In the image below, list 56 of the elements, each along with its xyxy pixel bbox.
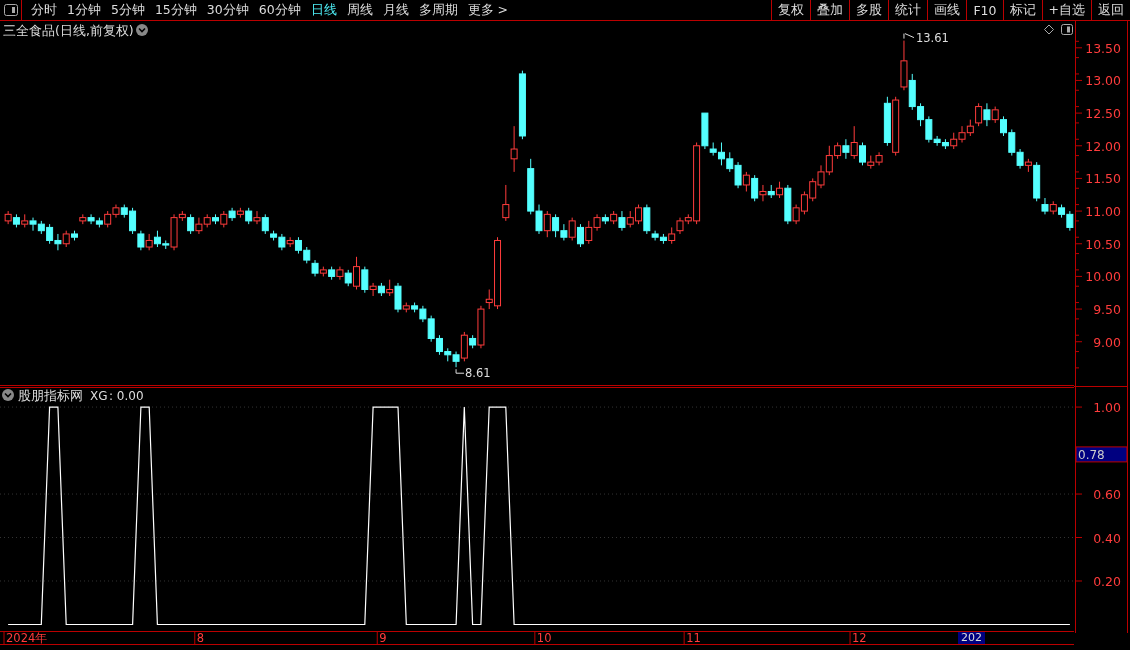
period-tab[interactable]: 多周期: [413, 1, 463, 19]
period-tab[interactable]: 分时: [26, 1, 62, 19]
chart-title: 三全食品(日线,前复权): [3, 23, 134, 38]
dropdown-icon[interactable]: [136, 24, 148, 36]
diamond-icon[interactable]: [1044, 24, 1054, 35]
date-axis-label: 12: [852, 631, 867, 645]
indicator-reading: : 0.00: [109, 389, 144, 403]
indicator-axis-label: 0.60: [1093, 487, 1121, 503]
leader-line: [455, 368, 465, 374]
dropdown-icon[interactable]: [2, 389, 14, 401]
indicator-name: 股朋指标网: [18, 388, 83, 403]
price-axis-label: 9.00: [1093, 334, 1121, 350]
toolbar-button[interactable]: 标记: [1002, 0, 1042, 20]
series-name: XG: [90, 389, 108, 403]
period-tab[interactable]: 1分钟: [62, 1, 106, 19]
toolbar-button[interactable]: 统计: [888, 0, 928, 20]
panel-toggle-icon[interactable]: [1061, 24, 1073, 35]
low-price-label: 8.61: [465, 366, 491, 381]
date-axis-label: 2024年: [6, 631, 48, 645]
indicator-axis-label: 1.00: [1093, 400, 1121, 416]
toolbar-button[interactable]: 复权: [771, 0, 811, 20]
candle: [502, 184, 510, 222]
cursor-date: 202: [958, 632, 985, 644]
cursor-value: 0.78: [1078, 447, 1105, 462]
period-tab[interactable]: 15分钟: [149, 1, 202, 19]
toolbar-button[interactable]: +自选: [1041, 0, 1091, 20]
price-axis-label: 11.50: [1085, 171, 1121, 187]
period-tab[interactable]: 更多 >: [462, 1, 514, 19]
toolbar-button[interactable]: 返回: [1091, 0, 1130, 20]
period-tab[interactable]: 30分钟: [201, 1, 254, 19]
high-price-label: 13.61: [915, 30, 949, 45]
price-axis-label: 12.00: [1085, 138, 1121, 154]
price-axis-label: 10.50: [1085, 236, 1121, 252]
period-tab[interactable]: 5分钟: [105, 1, 150, 19]
leader-line: [903, 33, 915, 40]
period-tab[interactable]: 周线: [341, 1, 378, 19]
price-axis-label: 11.00: [1085, 204, 1121, 220]
indicator-axis-label: 0.20: [1093, 574, 1121, 589]
date-axis-label: 11: [686, 631, 701, 645]
price-axis-label: 12.50: [1085, 106, 1121, 122]
date-axis-label: 8: [196, 631, 205, 645]
price-axis-label: 10.00: [1085, 269, 1121, 285]
toolbar-button[interactable]: 多股: [849, 0, 889, 20]
period-tab[interactable]: 月线: [377, 1, 414, 19]
price-axis-label: 13.50: [1085, 40, 1121, 56]
toolbar-button[interactable]: F10: [966, 0, 1003, 20]
price-axis-label: 13.00: [1085, 73, 1121, 89]
indicator-axis-label: 0.40: [1093, 530, 1121, 546]
date-axis-label: 10: [536, 631, 552, 645]
toolbar-button[interactable]: 画线: [927, 0, 967, 20]
price-axis-label: 9.50: [1093, 302, 1121, 318]
date-axis-label: 9: [379, 631, 387, 645]
panel-toggle-icon[interactable]: [3, 4, 18, 16]
period-tab[interactable]: 日线: [305, 1, 342, 19]
toolbar-button[interactable]: 叠加: [810, 0, 850, 20]
period-tab[interactable]: 60分钟: [253, 1, 306, 19]
